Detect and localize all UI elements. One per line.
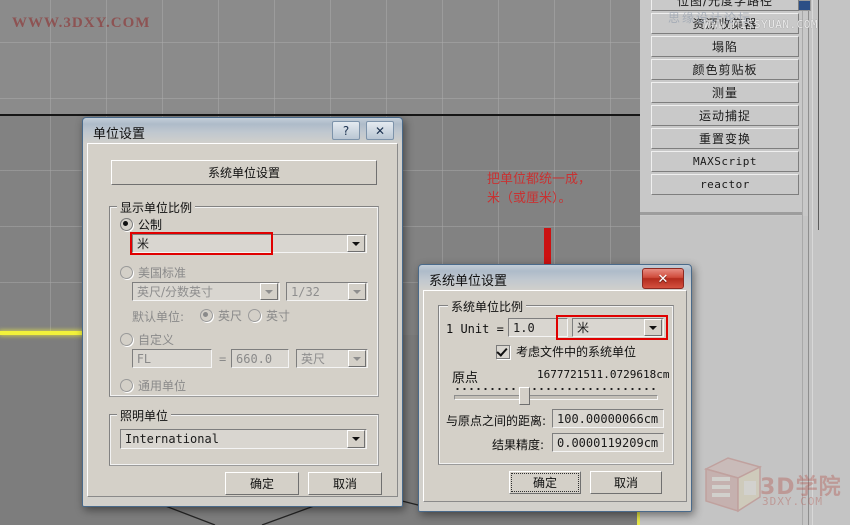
- chevron-down-icon[interactable]: [347, 235, 365, 252]
- radio-default-feet-label: 英尺: [218, 309, 243, 323]
- us-standard-fraction-combo[interactable]: 1/32: [286, 282, 368, 301]
- utility-button-label: 运动捕捉: [698, 109, 751, 123]
- panel-edge-1: [802, 0, 803, 525]
- origin-slider-thumb[interactable]: [519, 387, 530, 405]
- close-icon[interactable]: ✕: [642, 268, 684, 289]
- display-unit-scale-group-label: 显示单位比例: [117, 199, 196, 216]
- utility-button-label: 测量: [711, 86, 738, 100]
- system-units-setup-dialog[interactable]: 系统单位设置 ✕ 系统单位比例 1 Unit = 1.0 米 考虑文件中的系统单…: [418, 264, 692, 512]
- us-standard-fraction-value: 1/32: [291, 284, 320, 299]
- unit-value-input[interactable]: 1.0: [508, 318, 568, 337]
- custom-name-input[interactable]: FL: [132, 349, 212, 368]
- radio-generic-units[interactable]: 通用单位: [120, 377, 186, 394]
- utility-button-label: 位图/光度学路径: [676, 0, 774, 8]
- respect-file-units-label: 考虑文件中的系统单位: [516, 345, 637, 359]
- lighting-units-group-label: 照明单位: [117, 407, 172, 424]
- units-cancel-button[interactable]: 取消: [308, 472, 382, 495]
- origin-slider-track[interactable]: [454, 395, 658, 400]
- utility-button-3[interactable]: 颜色剪贴板: [651, 59, 799, 80]
- system-units-dialog-titlebar[interactable]: 系统单位设置 ✕: [421, 267, 689, 289]
- radio-custom-dot: [120, 333, 133, 346]
- chevron-down-icon[interactable]: [347, 430, 365, 448]
- watermark-missyuan: WWW.MISSYUAN.COM: [704, 18, 818, 31]
- radio-generic-units-label: 通用单位: [138, 379, 187, 393]
- units-setup-dialog[interactable]: 单位设置 ? ✕ 系统单位设置 显示单位比例 公制 米 美国标准 英尺/分数英寸…: [82, 117, 403, 507]
- units-dialog-titlebar[interactable]: 单位设置 ? ✕: [85, 120, 400, 142]
- custom-value-input[interactable]: 660.0: [231, 349, 289, 368]
- accuracy-label: 结果精度:: [492, 438, 545, 452]
- us-standard-format-value: 英尺/分数英寸: [137, 285, 214, 299]
- system-units-dialog-title: 系统单位设置: [429, 274, 508, 289]
- utility-button-2[interactable]: 塌陷: [651, 36, 799, 57]
- respect-file-units-checkbox[interactable]: 考虑文件中的系统单位: [496, 343, 636, 360]
- units-ok-button[interactable]: 确定: [225, 472, 299, 495]
- radio-us-standard-label: 美国标准: [138, 266, 187, 280]
- origin-value: 1677721511.0729618cm: [537, 368, 670, 381]
- default-units-label: 默认单位:: [132, 310, 185, 324]
- close-icon[interactable]: ✕: [366, 121, 394, 140]
- radio-default-inches-dot: [248, 309, 261, 322]
- chevron-down-icon[interactable]: [348, 283, 366, 300]
- radio-generic-units-dot: [120, 379, 133, 392]
- units-dialog-title: 单位设置: [93, 127, 146, 142]
- system-unit-scale-group-label: 系统单位比例: [448, 298, 527, 315]
- system-units-ok-button[interactable]: 确定: [509, 471, 581, 494]
- utility-button-6[interactable]: 重置变换: [651, 128, 799, 149]
- utility-button-label: 重置变换: [698, 132, 751, 146]
- utility-button-7[interactable]: MAXScript: [651, 151, 799, 172]
- chevron-down-icon[interactable]: [348, 350, 366, 367]
- custom-unit-combo[interactable]: 英尺: [296, 349, 368, 368]
- origin-slider-ticks: [454, 387, 656, 391]
- utility-button-label: 塌陷: [711, 40, 738, 54]
- radio-metric-label: 公制: [138, 218, 163, 232]
- lighting-units-value: International: [125, 432, 219, 446]
- utility-button-5[interactable]: 运动捕捉: [651, 105, 799, 126]
- utility-button-8[interactable]: reactor: [651, 174, 799, 195]
- utility-button-4[interactable]: 测量: [651, 82, 799, 103]
- unit-equals-label: 1 Unit =: [446, 322, 504, 336]
- radio-us-standard[interactable]: 美国标准: [120, 264, 186, 281]
- system-unit-setup-button[interactable]: 系统单位设置: [111, 160, 377, 185]
- panel-edge-highlight: [812, 0, 813, 525]
- radio-custom-label: 自定义: [138, 333, 175, 347]
- rollout-bottom-edge: [640, 212, 802, 215]
- system-unit-type-combo[interactable]: 米: [572, 318, 664, 337]
- radio-default-inches-label: 英寸: [266, 309, 291, 323]
- utility-button-label: reactor: [700, 178, 750, 191]
- panel-edge-2: [808, 0, 809, 525]
- distance-label: 与原点之间的距离:: [446, 414, 547, 428]
- system-units-cancel-button[interactable]: 取消: [590, 471, 662, 494]
- radio-metric[interactable]: 公制: [120, 216, 162, 233]
- watermark-3dxy: WWW.3DXY.COM: [12, 15, 151, 31]
- chevron-down-icon[interactable]: [644, 319, 662, 336]
- metric-unit-combo[interactable]: 米: [132, 234, 367, 253]
- annotation-text: 把单位都统一成， 米（或厘米）。: [487, 172, 592, 206]
- utility-button-label: 颜色剪贴板: [692, 63, 758, 77]
- origin-label: 原点: [452, 371, 479, 386]
- radio-metric-dot: [120, 218, 133, 231]
- custom-equals-label: =: [219, 352, 227, 366]
- lighting-units-combo[interactable]: International: [120, 429, 367, 449]
- checkbox-icon: [496, 344, 510, 359]
- custom-unit-value: 英尺: [301, 352, 326, 366]
- metric-unit-value: 米: [137, 237, 150, 251]
- radio-default-inches[interactable]: 英寸: [248, 307, 290, 324]
- command-panel-scroll-track[interactable]: [818, 0, 819, 230]
- utility-button-label: MAXScript: [692, 155, 758, 168]
- distance-value: 100.00000066cm: [552, 409, 664, 428]
- system-units-dialog-body: 系统单位比例 1 Unit = 1.0 米 考虑文件中的系统单位 原点 1677…: [423, 290, 687, 502]
- radio-custom[interactable]: 自定义: [120, 331, 174, 348]
- radio-default-feet[interactable]: 英尺: [200, 307, 242, 324]
- 3dsmax-window: WWW.3DXY.COM 位图/光度学路径 资源收集器 塌陷 颜色剪贴板 测量 运动捕捉重…: [0, 0, 850, 525]
- chevron-down-icon[interactable]: [260, 283, 278, 300]
- units-dialog-body: 系统单位设置 显示单位比例 公制 米 美国标准 英尺/分数英寸 1/32 默认单…: [87, 143, 398, 497]
- help-button[interactable]: ?: [332, 121, 360, 140]
- accuracy-value: 0.0000119209cm: [552, 433, 664, 452]
- radio-us-standard-dot: [120, 266, 133, 279]
- us-standard-format-combo[interactable]: 英尺/分数英寸: [132, 282, 280, 301]
- radio-default-feet-dot: [200, 309, 213, 322]
- system-unit-type-value: 米: [577, 321, 590, 335]
